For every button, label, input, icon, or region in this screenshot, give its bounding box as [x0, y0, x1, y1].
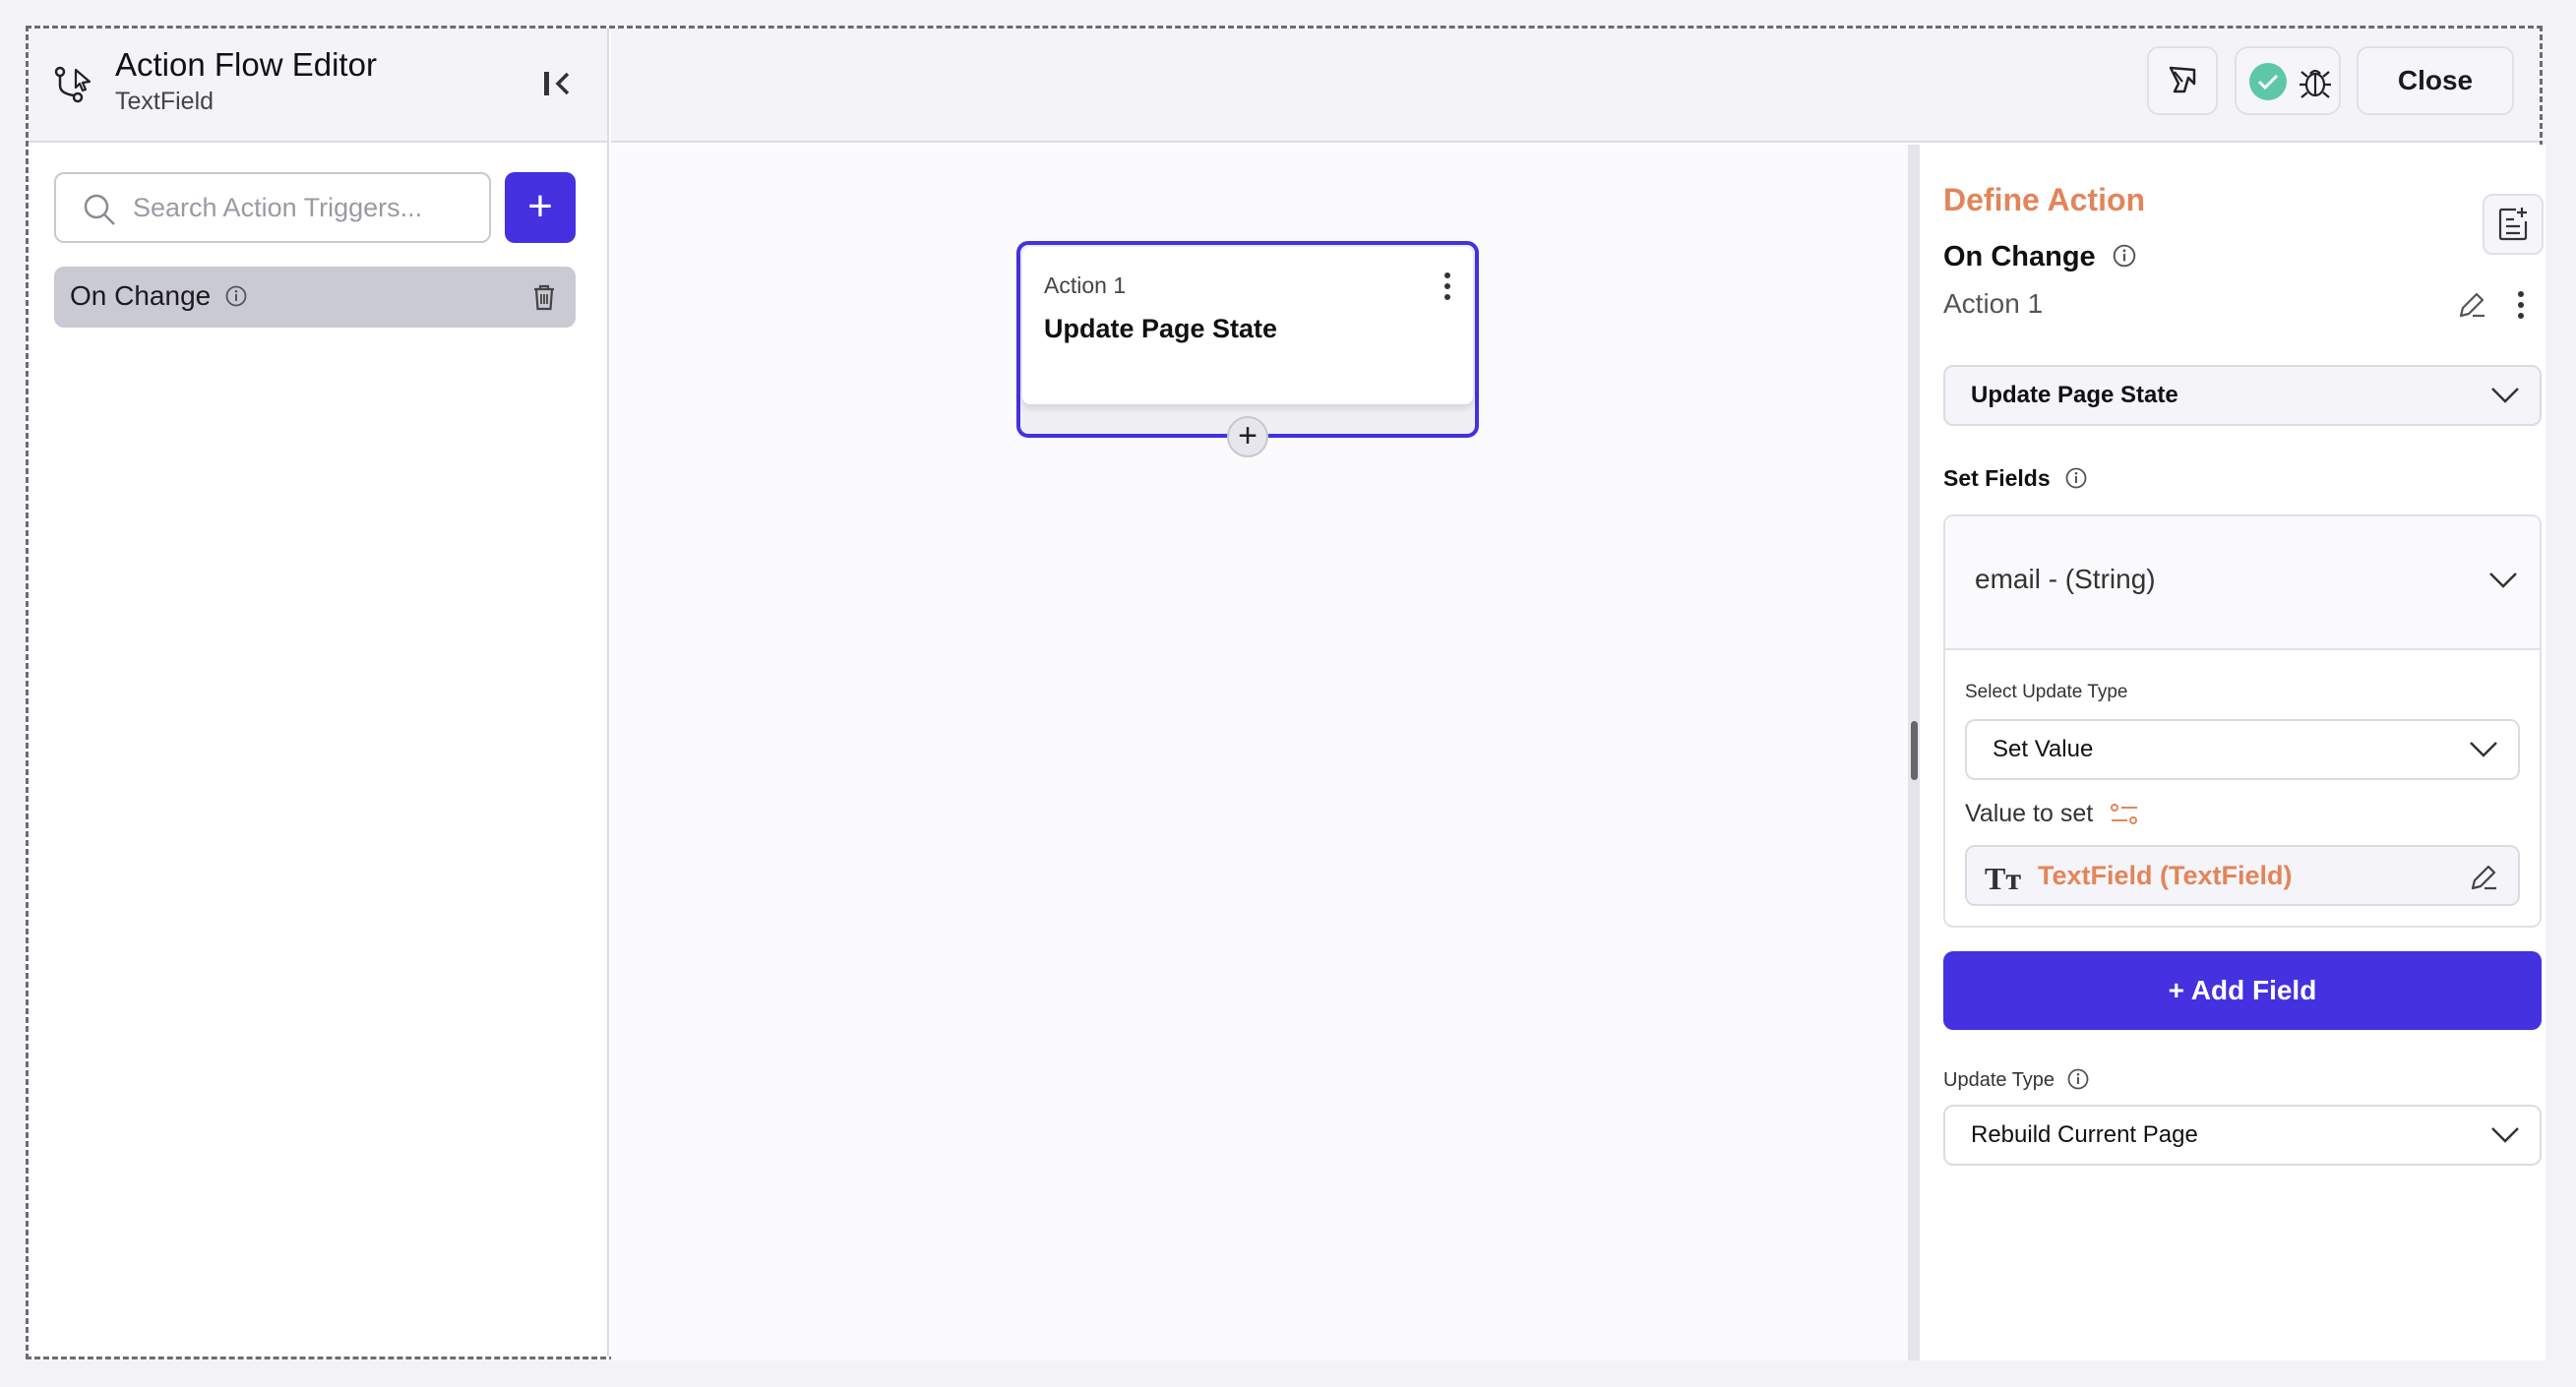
update-type-label: Update Type [1943, 1069, 2055, 1091]
update-type-label-wrap: Update Type [1943, 1068, 2090, 1092]
action-type-select[interactable]: Update Page State [1943, 365, 2542, 426]
chevron-down-icon [2489, 573, 2517, 588]
update-type-select[interactable]: Rebuild Current Page [1943, 1105, 2542, 1166]
trigger-label-wrap: On Change [70, 280, 248, 312]
ai-assist-button[interactable] [2147, 46, 2218, 115]
update-type-value: Rebuild Current Page [1971, 1121, 2198, 1148]
field-update-type-select[interactable]: Set Value [1965, 719, 2520, 780]
action-notes-button[interactable] [2483, 194, 2544, 255]
info-icon [2065, 467, 2087, 489]
widget-subtitle: TextField [115, 88, 215, 115]
add-field-button[interactable]: + Add Field [1943, 951, 2542, 1030]
chevron-down-icon [2491, 1127, 2519, 1143]
update-type-field-label: Select Update Type [1965, 682, 2128, 702]
trigger-item-on-change[interactable]: On Change [54, 267, 576, 328]
triggers-panel: Action Flow Editor TextField + On Change [29, 29, 609, 1357]
info-icon [225, 285, 247, 307]
search-icon [84, 194, 115, 225]
value-to-set-label-wrap: Value to set [1965, 800, 2139, 828]
field-update-type-value: Set Value [1993, 736, 2094, 762]
info-icon [2067, 1068, 2089, 1090]
top-toolbar: Close [611, 29, 2540, 143]
check-status-icon [2249, 63, 2287, 100]
action-node[interactable]: Action 1 Update Page State + [1016, 241, 1479, 457]
action-node-card: Action 1 Update Page State [1022, 247, 1473, 404]
value-source-field[interactable]: Tт TextField (TextField) [1965, 845, 2520, 906]
action-node-title: Update Page State [1044, 314, 1278, 343]
define-action-title: Define Action [1943, 182, 2146, 217]
edit-pencil-icon[interactable] [2467, 861, 2500, 894]
chevron-down-icon [2470, 742, 2497, 757]
editor-window: Action Flow Editor TextField + On Change [26, 26, 2545, 1360]
notes-add-icon [2498, 208, 2528, 241]
ai-cursor-icon [2169, 66, 2196, 93]
add-action-button[interactable]: + [1227, 416, 1268, 457]
flow-canvas[interactable]: Action 1 Update Page State + [611, 145, 1908, 1360]
panel-header: Action Flow Editor TextField [29, 29, 607, 143]
value-to-set-label: Value to set [1965, 800, 2094, 827]
trigger-heading: On Change [1943, 241, 2096, 272]
chevron-down-icon [2491, 388, 2519, 403]
delete-trigger-icon[interactable] [528, 281, 560, 313]
search-box [54, 172, 491, 243]
info-icon [2113, 245, 2136, 268]
close-button[interactable]: Close [2357, 46, 2514, 115]
options-sliders-icon [2111, 804, 2138, 825]
edit-pencil-icon[interactable] [2455, 288, 2488, 322]
action-name: Action 1 [1943, 288, 2044, 319]
collapse-panel-icon[interactable] [538, 64, 578, 103]
set-fields-label: Set Fields [1943, 465, 2051, 491]
field-config-card: email - (String) Select Update Type Set … [1943, 514, 2542, 928]
action-flow-icon [54, 66, 92, 103]
value-source: TextField (TextField) [2038, 861, 2293, 890]
more-options-icon[interactable] [2516, 290, 2526, 320]
splitter-handle[interactable] [1911, 721, 1918, 780]
set-fields-label-wrap: Set Fields [1943, 465, 2088, 492]
bug-icon [2300, 69, 2331, 98]
field-selector[interactable]: email - (String) [1945, 516, 2540, 650]
add-trigger-button[interactable]: + [505, 172, 576, 243]
page-title: Action Flow Editor [115, 46, 377, 83]
field-name: email - (String) [1975, 564, 2156, 594]
action-type-value: Update Page State [1971, 382, 2178, 408]
status-debug-button[interactable] [2235, 46, 2341, 115]
text-type-icon: Tт [1985, 861, 2022, 896]
trigger-label: On Change [70, 280, 212, 311]
more-options-icon[interactable] [1441, 271, 1453, 302]
define-action-panel: Define Action On Change Action 1 Update … [1920, 145, 2545, 1360]
action-node-index: Action 1 [1044, 272, 1127, 298]
trigger-heading-wrap: On Change [1943, 241, 2137, 273]
search-input[interactable] [133, 184, 477, 231]
